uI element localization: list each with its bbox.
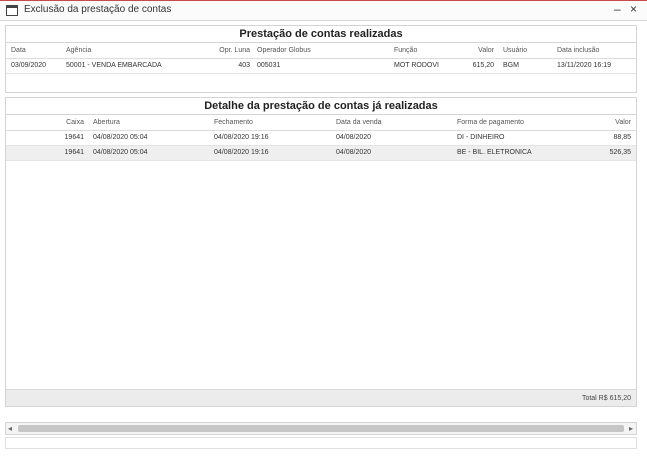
column-header-forma-pagamento[interactable]: Forma de pagamento <box>457 119 524 126</box>
minimize-button[interactable]: – <box>614 2 621 16</box>
column-header-agencia[interactable]: Agência <box>66 47 91 54</box>
cell-valor: 615,20 <box>472 62 494 69</box>
panel-title: Detalhe da prestação de contas já realiz… <box>6 98 636 115</box>
column-header-fechamento[interactable]: Fechamento <box>214 119 253 126</box>
window-icon <box>6 5 18 16</box>
cell-caixa: 19641 <box>64 134 84 141</box>
window-title: Exclusão da prestação de contas <box>24 4 172 15</box>
cell-data-venda: 04/08/2020 <box>336 134 372 141</box>
table-row[interactable]: 19641 04/08/2020 05:04 04/08/2020 19:16 … <box>6 146 636 161</box>
cell-valor: 526,35 <box>609 149 631 156</box>
panel-title: Prestação de contas realizadas <box>6 26 636 43</box>
scroll-right-icon[interactable]: ▸ <box>629 424 633 433</box>
cell-abertura: 04/08/2020 05:04 <box>93 134 148 141</box>
title-bar: Exclusão da prestação de contas – × <box>0 1 647 21</box>
table-row[interactable]: 19641 04/08/2020 05:04 04/08/2020 19:16 … <box>6 131 636 146</box>
detalhe-prestacao-panel: Detalhe da prestação de contas já realiz… <box>5 97 637 407</box>
cell-agencia: 50001 - VENDA EMBARCADA <box>66 62 162 69</box>
cell-data-venda: 04/08/2020 <box>336 149 372 156</box>
cell-data: 03/09/2020 <box>11 62 47 69</box>
column-header-valor[interactable]: Valor <box>456 47 494 54</box>
cell-fechamento: 04/08/2020 19:16 <box>214 149 269 156</box>
horizontal-scrollbar[interactable]: ◂ ▸ <box>5 422 637 435</box>
column-header-operador-globus[interactable]: Operador Globus <box>257 47 311 54</box>
table-row[interactable]: 03/09/2020 50001 - VENDA EMBARCADA 403 0… <box>6 59 636 74</box>
cell-operador-globus: 005031 <box>257 62 281 69</box>
cell-fechamento: 04/08/2020 19:16 <box>214 134 269 141</box>
cell-abertura: 04/08/2020 05:04 <box>93 149 148 156</box>
table-header: Caixa Abertura Fechamento Data da venda … <box>6 115 636 131</box>
cell-funcao: MOT RODOVI <box>394 62 439 69</box>
table-footer: Total R$ 615,20 <box>6 389 636 406</box>
cell-opr-luna: 403 <box>238 62 250 69</box>
column-header-data-venda[interactable]: Data da venda <box>336 119 382 126</box>
cell-data-inclusao: 13/11/2020 16:19 <box>557 62 611 69</box>
column-header-usuario[interactable]: Usuário <box>503 47 527 54</box>
scrollbar-thumb[interactable] <box>18 425 624 432</box>
cell-caixa: 19641 <box>64 149 84 156</box>
cell-usuario: BGM <box>503 62 519 69</box>
cell-forma-pagamento: BE - BIL. ELETRONICA <box>457 149 532 156</box>
status-bar <box>5 437 637 449</box>
column-header-caixa[interactable]: Caixa <box>54 119 84 126</box>
column-header-opr-luna[interactable]: Opr. Luna <box>206 47 250 54</box>
column-header-data-inclusao[interactable]: Data inclusão <box>557 47 599 54</box>
dialog-window: Exclusão da prestação de contas – × Pres… <box>0 0 647 461</box>
column-header-abertura[interactable]: Abertura <box>93 119 120 126</box>
column-header-funcao[interactable]: Função <box>394 47 417 54</box>
total-label: Total R$ 615,20 <box>581 395 631 402</box>
table-header: Data Agência Opr. Luna Operador Globus F… <box>6 43 636 59</box>
cell-valor: 88,85 <box>613 134 631 141</box>
close-button[interactable]: × <box>630 2 637 16</box>
prestacao-realizadas-panel: Prestação de contas realizadas Data Agên… <box>5 25 637 93</box>
cell-forma-pagamento: DI - DINHEIRO <box>457 134 505 141</box>
column-header-data[interactable]: Data <box>11 47 26 54</box>
column-header-valor[interactable]: Valor <box>586 119 631 126</box>
scroll-left-icon[interactable]: ◂ <box>8 424 12 433</box>
